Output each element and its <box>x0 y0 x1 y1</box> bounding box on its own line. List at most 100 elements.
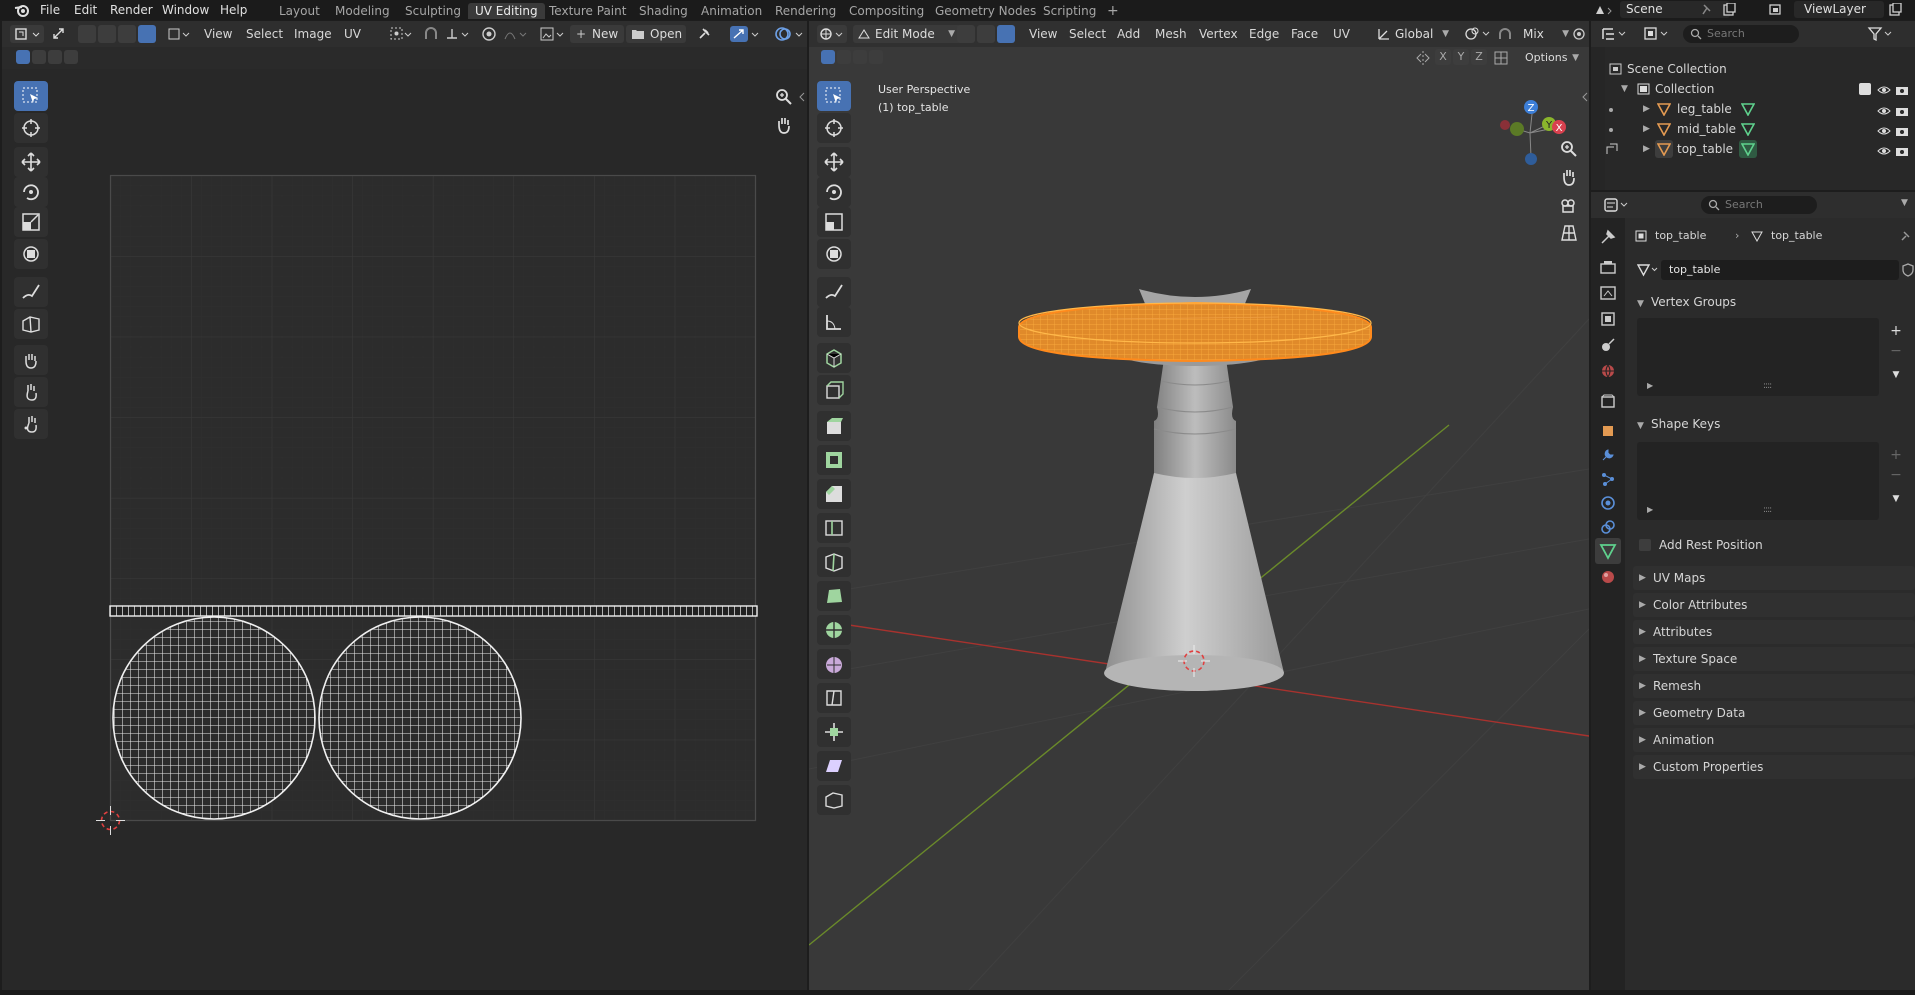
outliner-object-top-table[interactable]: ▶ top_table <box>1606 139 1915 159</box>
menu-help[interactable]: Help <box>220 2 247 18</box>
add-workspace-button[interactable]: + <box>1100 3 1126 19</box>
uv-canvas[interactable] <box>2 69 807 969</box>
vp-sidebar-toggle-icon[interactable] <box>1581 91 1589 106</box>
proportional-editing-icon[interactable] <box>480 25 498 46</box>
vp-shear-tool[interactable] <box>817 751 851 781</box>
outliner-search-input[interactable]: Search <box>1683 25 1799 43</box>
tab-texture-paint[interactable]: Texture Paint <box>542 3 633 19</box>
mid-table-mesh[interactable] <box>1154 352 1236 478</box>
vertex-groups-list[interactable]: ▶ :::: <box>1637 318 1879 396</box>
vp-extrude-region-tool[interactable] <box>817 411 851 441</box>
mirror-y-button[interactable]: Y <box>1453 49 1469 65</box>
vp-cursor-tool[interactable] <box>817 113 851 143</box>
tab-modifiers-icon[interactable] <box>1599 446 1617 467</box>
tab-compositing[interactable]: Compositing <box>842 3 931 19</box>
uv-stretch-icon[interactable] <box>728 25 762 46</box>
open-image-button[interactable]: Open <box>626 25 686 43</box>
falloff-icon[interactable] <box>502 25 530 46</box>
collection-checkbox[interactable] <box>1859 83 1871 95</box>
uv-maps-panel-header[interactable]: ▶ UV Maps <box>1633 566 1915 590</box>
tab-scripting[interactable]: Scripting <box>1036 3 1103 19</box>
add-shape-key-button[interactable]: + <box>1887 446 1905 464</box>
blender-logo-icon[interactable] <box>14 2 30 21</box>
select-new-button[interactable] <box>16 50 30 64</box>
collection-row[interactable]: ▼ Collection <box>1621 79 1915 99</box>
vp-select-new-button[interactable] <box>821 50 835 64</box>
viewport-menu-vertex[interactable]: Vertex <box>1199 26 1238 42</box>
snap-target-icon[interactable] <box>444 25 472 46</box>
remesh-panel-header[interactable]: ▶ Remesh <box>1633 674 1915 698</box>
menu-view[interactable]: View <box>204 26 232 42</box>
new-scene-icon[interactable] <box>1722 2 1736 20</box>
shape-keys-panel-header[interactable]: ▼ Shape Keys <box>1637 412 1915 436</box>
snap-icon[interactable] <box>422 25 440 46</box>
texture-space-panel-header[interactable]: ▶ Texture Space <box>1633 647 1915 671</box>
editor-type-icon[interactable] <box>10 25 44 43</box>
tab-scene-icon[interactable] <box>1599 336 1617 357</box>
edit-mode-icon[interactable] <box>1605 142 1619 156</box>
tab-constraints-icon[interactable] <box>1599 518 1617 539</box>
vertex-groups-panel-header[interactable]: ▼ Vertex Groups <box>1637 290 1915 314</box>
vp-inset-tool[interactable] <box>817 445 851 475</box>
tab-shading[interactable]: Shading <box>632 3 695 19</box>
vp-rotate-tool[interactable] <box>817 177 851 207</box>
tab-sculpting[interactable]: Sculpting <box>398 3 468 19</box>
tab-view-layer-icon[interactable] <box>1599 310 1617 331</box>
view-layer-icon[interactable] <box>1768 2 1788 21</box>
mirror-icon[interactable] <box>1415 50 1431 69</box>
vp-transform-tool[interactable] <box>817 239 851 269</box>
tab-collection-icon[interactable] <box>1599 392 1617 413</box>
uv-circle-island-2[interactable] <box>318 616 522 820</box>
vp-move-tool[interactable] <box>817 147 851 177</box>
pin-properties-icon[interactable] <box>1899 230 1911 242</box>
face-select-button[interactable] <box>118 25 136 43</box>
vp-edge-slide-tool[interactable] <box>817 683 851 713</box>
mesh-datablock-selector[interactable]: top_table <box>1633 260 1915 280</box>
topology-mirror-icon[interactable] <box>1493 50 1509 69</box>
geometry-data-panel-header[interactable]: ▶ Geometry Data <box>1633 701 1915 725</box>
top-table-mesh[interactable] <box>1018 301 1372 363</box>
remove-shape-key-button[interactable]: − <box>1887 466 1905 484</box>
select-subtract-button[interactable] <box>48 50 62 64</box>
tab-material-icon[interactable] <box>1599 568 1617 589</box>
outliner-object-leg-table[interactable]: ▶ leg_table <box>1609 99 1915 119</box>
orientation-selector[interactable]: Global ▼ <box>1375 25 1451 43</box>
scene-icon[interactable] <box>1594 2 1614 21</box>
add-vertex-group-button[interactable]: + <box>1887 322 1905 340</box>
viewport-menu-uv[interactable]: UV <box>1333 26 1350 42</box>
color-attributes-panel-header[interactable]: ▶ Color Attributes <box>1633 593 1915 617</box>
tab-geometry-nodes[interactable]: Geometry Nodes <box>928 3 1043 19</box>
navigation-gizmo[interactable]: Z Y X <box>1500 100 1566 165</box>
mirror-x-button[interactable]: X <box>1435 49 1451 65</box>
shape-key-specials-button[interactable]: ▼ <box>1887 490 1905 508</box>
vp-select-box-tool[interactable] <box>817 81 851 111</box>
viewport-editor-type-icon[interactable] <box>817 25 847 43</box>
properties-editor-type-icon[interactable] <box>1603 197 1631 216</box>
mesh-data-icon[interactable] <box>1741 142 1755 156</box>
vp-loop-cut-tool[interactable] <box>817 513 851 543</box>
vp-select-extend-button[interactable] <box>837 50 851 64</box>
fake-user-shield-icon[interactable] <box>1901 263 1915 277</box>
vp-camera-view-icon[interactable] <box>1559 195 1579 218</box>
face-mode-button[interactable] <box>997 25 1015 43</box>
menu-edit[interactable]: Edit <box>74 2 97 18</box>
tab-physics-icon[interactable] <box>1599 494 1617 515</box>
shape-keys-list[interactable]: ▶ :::: <box>1637 442 1879 520</box>
tab-data-icon[interactable] <box>1595 538 1621 564</box>
vp-add-cube-tool[interactable] <box>817 343 851 373</box>
tab-object-icon[interactable] <box>1599 422 1617 443</box>
proportional-edit-icon[interactable] <box>1571 26 1587 45</box>
viewport-menu-mesh[interactable]: Mesh <box>1155 26 1187 42</box>
menu-select[interactable]: Select <box>246 26 283 42</box>
select-extend-button[interactable] <box>32 50 46 64</box>
vp-select-intersect-button[interactable] <box>869 50 883 64</box>
viewport-menu-view[interactable]: View <box>1029 26 1057 42</box>
tab-uv-editing[interactable]: UV Editing <box>468 3 545 19</box>
viewport-menu-edge[interactable]: Edge <box>1249 26 1279 42</box>
uv-sync-selection-icon[interactable] <box>50 26 68 45</box>
viewport-menu-add[interactable]: Add <box>1117 26 1140 42</box>
new-view-layer-icon[interactable] <box>1888 2 1902 20</box>
pin-image-icon[interactable] <box>696 26 712 45</box>
vp-poly-build-tool[interactable] <box>817 581 851 611</box>
island-select-button[interactable] <box>138 25 156 43</box>
